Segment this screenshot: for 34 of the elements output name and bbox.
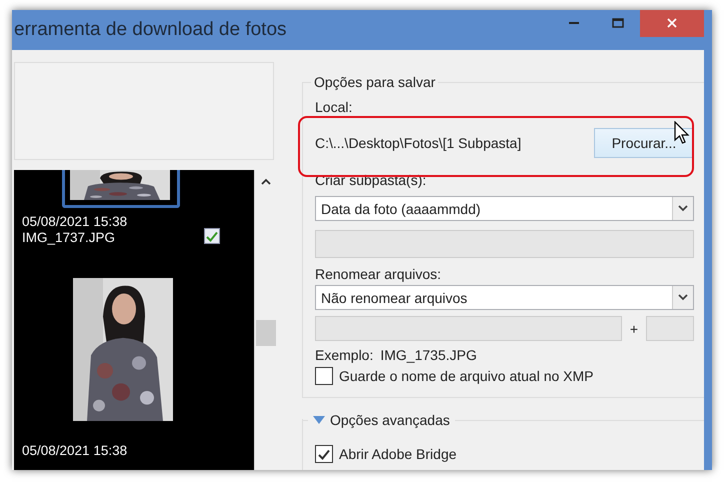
chevron-down-icon: [678, 294, 688, 301]
triangle-down-icon[interactable]: [313, 416, 325, 424]
rename-label: Renomear arquivos:: [315, 266, 442, 282]
check-icon: [206, 230, 218, 242]
scroll-thumb[interactable]: [256, 320, 276, 346]
browse-button[interactable]: Procurar...: [594, 128, 694, 158]
scroll-up-icon: [261, 178, 271, 185]
cursor-icon: [674, 121, 690, 145]
thumbnail-frame[interactable]: [62, 170, 180, 208]
close-button[interactable]: [640, 10, 704, 37]
minimize-icon: [569, 22, 579, 24]
keep-name-checkbox[interactable]: [315, 367, 333, 385]
close-icon: [667, 18, 677, 28]
maximize-icon: [612, 18, 624, 28]
group-title: Opções para salvar: [311, 74, 438, 90]
subfolder-dropdown[interactable]: Data da foto (aaaammdd): [315, 196, 694, 221]
photo-checkbox[interactable]: [204, 228, 220, 244]
keep-name-label: Guarde o nome de arquivo atual no XMP: [339, 368, 594, 384]
location-label: Local:: [315, 99, 354, 115]
rename-number-field: [646, 316, 694, 341]
open-bridge-label: Abrir Adobe Bridge: [339, 446, 457, 462]
check-icon: [318, 448, 330, 460]
photo-date: 05/08/2021 15:38: [22, 443, 128, 459]
rename-dropdown[interactable]: Não renomear arquivos: [315, 285, 694, 310]
window-title: erramenta de download de fotos: [14, 19, 288, 41]
photo-date: 05/08/2021 15:38: [22, 214, 128, 230]
open-bridge-checkbox[interactable]: [315, 445, 333, 463]
plus-sign: +: [630, 320, 638, 336]
example-filename: IMG_1735.JPG: [380, 347, 477, 363]
photo-filename: IMG_1737.JPG: [22, 230, 116, 246]
location-path: C:\...\Desktop\Fotos\[1 Subpasta]: [315, 135, 522, 151]
example-label: Exemplo:: [315, 347, 374, 363]
chevron-down-icon: [678, 205, 688, 212]
advanced-options-title: Opções avançadas: [330, 412, 450, 428]
